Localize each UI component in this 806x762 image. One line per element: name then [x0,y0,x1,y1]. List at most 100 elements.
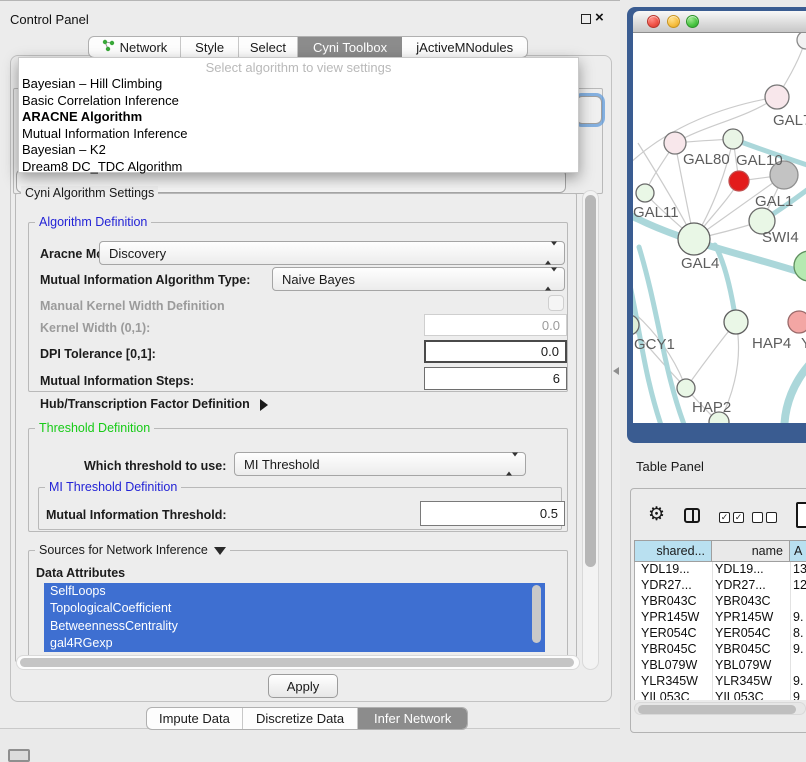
bottom-tabs: Impute Data Discretize Data Infer Networ… [146,707,468,730]
split-columns-icon[interactable] [684,508,700,523]
panel-collapse-arrow-icon[interactable] [613,367,619,375]
network-window-titlebar[interactable] [633,11,806,33]
mi-steps-field[interactable]: 6 [424,367,567,390]
algorithm-option[interactable]: Bayesian – Hill Climbing [19,76,578,93]
horizontal-scrollbar-thumb[interactable] [20,658,574,667]
unchecked-box-icon[interactable] [766,512,777,523]
hub-section-toggle[interactable]: Hub/Transcription Factor Definition [40,397,268,411]
tab-impute-data[interactable]: Impute Data [147,708,243,729]
table-row[interactable]: YDL19... YDL19... 13 [635,562,806,578]
gear-icon[interactable]: ⚙ [648,505,665,525]
mi-algorithm-type-combo[interactable]: Naive Bayes [272,267,565,291]
table-row[interactable]: YBL079W YBL079W [635,658,806,674]
table-cell: YER054C [635,626,713,642]
network-node[interactable] [765,85,789,109]
table-cell: YBR045C [713,642,791,658]
table-cell: YBL079W [713,658,791,674]
close-window-icon[interactable] [647,15,660,28]
network-node[interactable] [794,251,806,281]
document-icon[interactable] [796,502,806,528]
vertical-scrollbar-thumb[interactable] [585,195,596,567]
manual-kernel-width-checkbox[interactable] [548,295,564,311]
tab-jactivemnodules[interactable]: jActiveMNodules [402,37,527,57]
table-row[interactable]: YIL053C YIL053C 9 [635,690,806,700]
table-cell: 12 [791,578,806,594]
algorithm-option[interactable]: Dream8 DC_TDC Algorithm [19,159,578,176]
table-row[interactable]: YPR145W YPR145W 9. [635,610,806,626]
apply-button[interactable]: Apply [268,674,338,698]
algorithm-combo-partial[interactable] [576,96,602,124]
table-cell: YIL053C [635,690,713,700]
table-cell: YPR145W [713,610,791,626]
network-node-selected[interactable] [729,171,749,191]
network-window: GAL7 GAL80 GAL10 GAL11 GAL1 SWI4 GAL4 GC… [627,7,806,443]
mi-steps-label: Mutual Information Steps: [40,374,194,388]
column-header-partial[interactable]: A [790,540,806,562]
control-panel-title: Control Panel [10,12,89,27]
minimize-window-icon[interactable] [667,15,680,28]
which-threshold-combo[interactable]: MI Threshold [234,452,526,476]
list-item[interactable]: BetweennessCentrality [44,618,545,635]
mi-threshold-field[interactable]: 0.5 [420,501,565,526]
minimized-panel-icon[interactable] [8,749,30,762]
table-cell: YER054C [713,626,791,642]
sources-group-toggle[interactable]: Sources for Network Inference [35,543,230,557]
network-node[interactable] [797,33,806,49]
float-panel-icon[interactable] [581,14,591,24]
network-node[interactable] [636,184,654,202]
network-node[interactable] [788,311,806,333]
table-cell: YDL19... [635,562,713,578]
table-row[interactable]: YBR045C YBR045C 9. [635,642,806,658]
table-row[interactable]: YDR27... YDR27... 12 [635,578,806,594]
node-label: GAL4 [681,255,719,272]
table-cell: YDL19... [713,562,791,578]
table-cell: YPR145W [635,610,713,626]
node-label: SWI4 [762,229,799,246]
checked-box-icon[interactable]: ✓ [719,512,730,523]
table-row[interactable]: YER054C YER054C 8. [635,626,806,642]
algorithm-option[interactable]: Basic Correlation Inference [19,93,578,110]
column-header-name[interactable]: name [712,540,790,562]
table-horizontal-scrollbar[interactable] [634,702,806,715]
table-row[interactable]: YLR345W YLR345W 9. [635,674,806,690]
network-node[interactable] [678,223,710,255]
table-cell: YBR043C [713,594,791,610]
network-node[interactable] [723,129,743,149]
mi-threshold-group-title: MI Threshold Definition [45,480,181,494]
table-cell: 13 [791,562,806,578]
table-cell: YDR27... [713,578,791,594]
algorithm-option[interactable]: Bayesian – K2 [19,142,578,159]
network-node[interactable] [677,379,695,397]
tab-infer-network[interactable]: Infer Network [358,708,467,729]
close-panel-icon[interactable]: × [595,11,604,25]
dpi-tolerance-field[interactable]: 0.0 [424,340,567,363]
settings-vertical-scrollbar[interactable] [582,190,599,670]
unchecked-box-icon[interactable] [752,512,763,523]
tab-network[interactable]: Network [89,37,181,57]
algorithm-option-selected[interactable]: ARACNE Algorithm [19,109,578,126]
aracne-mode-combo[interactable]: Discovery [99,241,565,265]
column-header-shared-name[interactable]: shared... [634,540,712,562]
kernel-width-field[interactable]: 0.0 [424,314,567,336]
checked-box-icon[interactable]: ✓ [733,512,744,523]
list-item[interactable]: SelfLoops [44,583,545,600]
list-item[interactable]: TopologicalCoefficient [44,600,545,617]
tab-select[interactable]: Select [239,37,297,57]
node-label: GAL80 [683,151,730,168]
zoom-window-icon[interactable] [686,15,699,28]
network-node[interactable] [724,310,748,334]
tab-cyni-toolbox[interactable]: Cyni Toolbox [298,37,403,57]
algorithm-option[interactable]: Mutual Information Inference [19,126,578,143]
network-canvas[interactable]: GAL7 GAL80 GAL10 GAL11 GAL1 SWI4 GAL4 GC… [633,33,806,423]
list-item[interactable]: gal4RGexp [44,635,545,652]
algorithm-dropdown-popup: Select algorithm to view settings Bayesi… [18,57,579,173]
table-scrollbar-thumb[interactable] [638,705,796,714]
list-scrollbar-thumb[interactable] [532,585,541,643]
table-cell: 8. [791,626,806,642]
settings-horizontal-scrollbar[interactable] [16,655,580,670]
dpi-tolerance-label: DPI Tolerance [0,1]: [40,347,156,361]
tab-style[interactable]: Style [181,37,239,57]
table-row[interactable]: YBR043C YBR043C [635,594,806,610]
tab-discretize-data[interactable]: Discretize Data [243,708,359,729]
table-cell: 9. [791,610,806,626]
